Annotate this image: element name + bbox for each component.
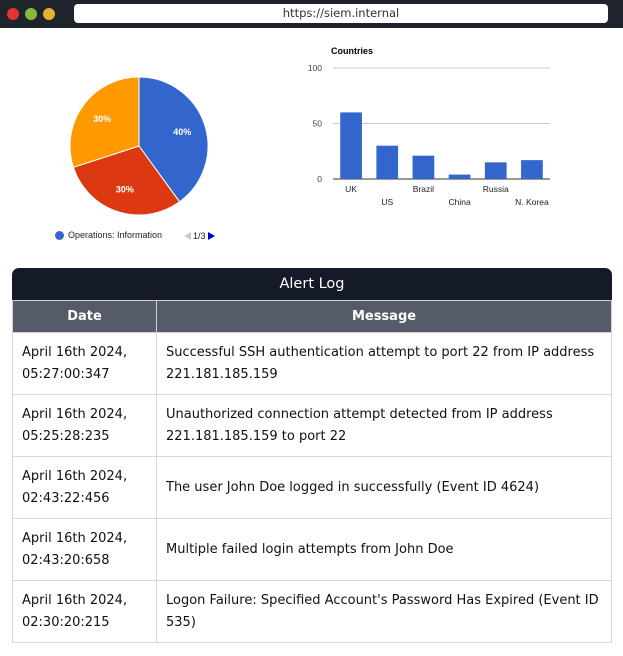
date-cell: April 16th 2024, 05:25:28:235 — [12, 394, 157, 457]
message-cell: The user John Doe logged in successfully… — [156, 456, 612, 519]
table-row[interactable]: April 16th 2024, 02:43:22:456 The user Jo… — [12, 456, 612, 519]
x-tick-label: N. Korea — [515, 197, 549, 207]
date-cell: April 16th 2024, 02:43:22:456 — [12, 456, 157, 519]
legend-label: Operations: Information — [68, 230, 163, 240]
bar — [521, 160, 543, 179]
x-tick-label: UK — [345, 184, 357, 194]
maximize-window-button[interactable] — [43, 8, 55, 20]
alert-log-table: Date Message April 16th 2024, 05:27:00:3… — [12, 300, 612, 643]
column-header-date[interactable]: Date — [12, 300, 157, 333]
alert-log-rows: April 16th 2024, 05:27:00:347 Successful … — [12, 332, 612, 643]
date-cell: April 16th 2024, 02:43:20:658 — [12, 518, 157, 581]
bar — [412, 155, 435, 179]
minimize-window-button[interactable] — [25, 8, 37, 20]
message-cell: Logon Failure: Specified Account's Passw… — [156, 580, 612, 643]
column-header-message[interactable]: Message — [156, 300, 612, 333]
bar-chart-title: Countries — [331, 46, 373, 56]
pie-slice-label: 30% — [116, 184, 134, 194]
x-tick-label: Russia — [483, 184, 509, 194]
pager-label: 1/3 — [193, 231, 206, 241]
table-row[interactable]: April 16th 2024, 05:25:28:235 Unauthorize… — [12, 394, 612, 457]
next-page-icon[interactable] — [207, 232, 215, 240]
alert-log-title: Alert Log — [12, 268, 612, 300]
date-cell: April 16th 2024, 05:27:00:347 — [12, 332, 157, 395]
date-cell: April 16th 2024, 02:30:20:215 — [12, 580, 157, 643]
table-row[interactable]: April 16th 2024, 05:27:00:347 Successful … — [12, 332, 612, 395]
browser-titlebar: https://siem.internal — [0, 0, 623, 28]
y-tick-label: 100 — [308, 63, 322, 73]
close-window-button[interactable] — [7, 8, 19, 20]
bar — [484, 162, 507, 179]
y-tick-label: 50 — [313, 119, 323, 129]
x-tick-label: China — [448, 197, 470, 207]
pie-slice-label: 30% — [93, 114, 111, 124]
legend-color-swatch — [55, 230, 64, 240]
message-cell: Unauthorized connection attempt detected… — [156, 394, 612, 457]
table-row[interactable]: April 16th 2024, 02:43:20:658 Multiple fa… — [12, 518, 612, 581]
bar — [448, 174, 471, 179]
x-tick-label: Brazil — [413, 184, 434, 194]
message-cell: Successful SSH authentication attempt to… — [156, 332, 612, 395]
x-tick-label: US — [381, 197, 393, 207]
alert-log-panel: Alert Log Date Message April 16th 2024, … — [12, 268, 612, 643]
pie-slice-label: 40% — [173, 127, 191, 137]
table-row[interactable]: April 16th 2024, 02:30:20:215 Logon Failu… — [12, 580, 612, 643]
previous-page-icon[interactable] — [184, 232, 191, 240]
y-tick-label: 0 — [317, 174, 322, 184]
address-bar[interactable]: https://siem.internal — [74, 4, 608, 23]
message-cell: Multiple failed login attempts from John… — [156, 518, 612, 581]
bar — [376, 145, 399, 179]
dashboard-charts: 40% 30% 30% Countries 0 50 100 UK US Brazil China R… — [69, 46, 550, 216]
legend-pager: 1/3 — [184, 231, 215, 241]
pie-legend: Operations: Information — [55, 230, 162, 240]
bar — [340, 112, 362, 179]
